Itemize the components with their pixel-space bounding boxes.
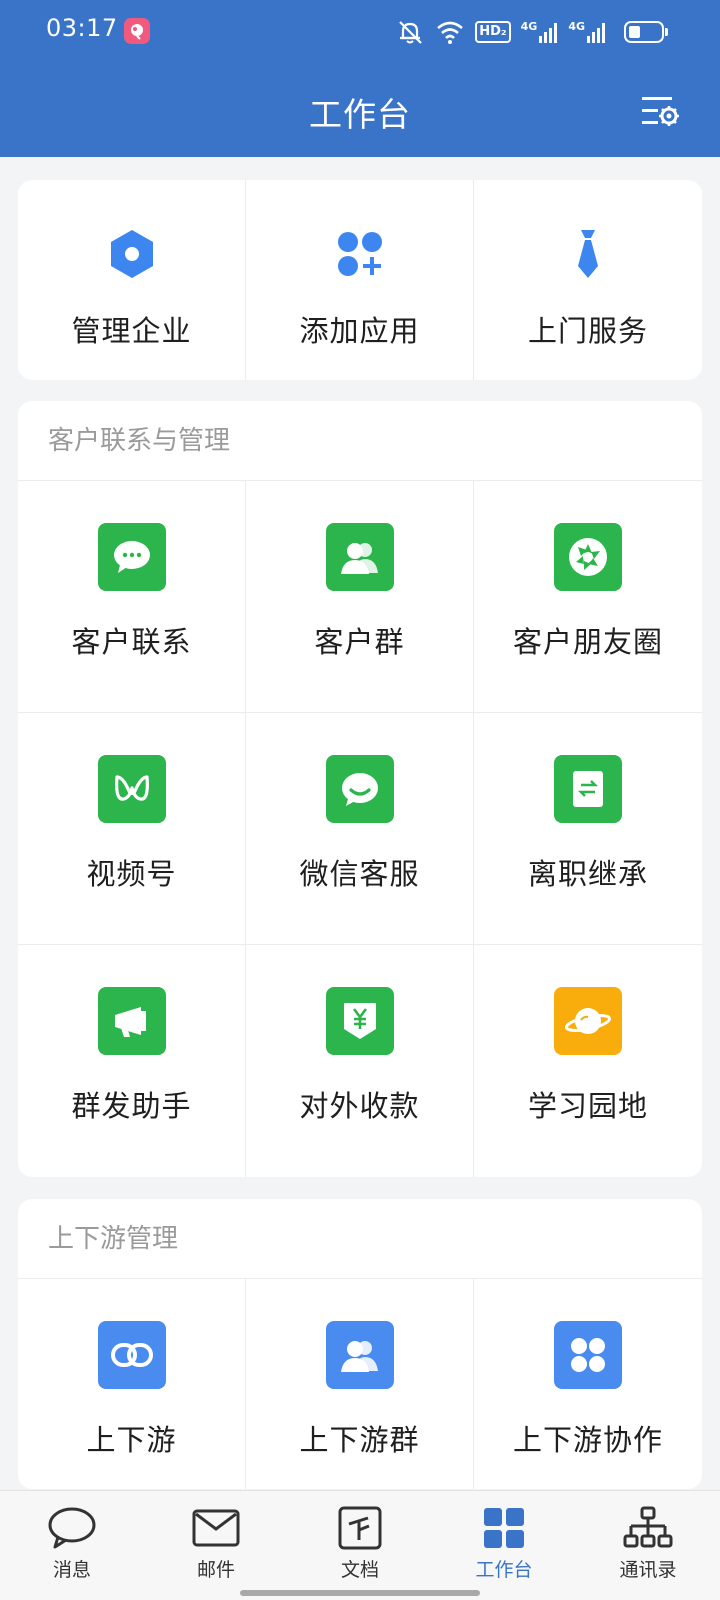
app-label: 上下游 [86,1423,177,1457]
manage-enterprise-button[interactable]: 管理企业 [18,180,246,380]
battery-icon [624,21,668,43]
workbench-settings-button[interactable] [640,94,680,128]
app-label: 上下游群 [299,1423,420,1457]
four-dots-icon [554,1321,622,1389]
onsite-service-button[interactable]: 上门服务 [474,180,702,380]
bottom-nav: 消息 邮件 文档 工作台 通讯录 [0,1490,720,1600]
resignation-inherit-item[interactable]: 离职继承 [474,713,702,945]
video-channels-item[interactable]: 视频号 [18,713,246,945]
list-settings-icon [642,97,679,126]
nav-label: 消息 [52,1559,91,1581]
link-icon [97,1321,166,1389]
section-title: 客户联系与管理 [18,401,702,481]
app-label: 上下游协作 [512,1423,663,1457]
page-title: 工作台 [309,95,411,134]
mute-bell-icon [399,21,423,44]
app-label: 客户群 [314,625,405,659]
wifi-icon [437,21,464,44]
customer-management-card: 客户联系与管理 客户联系 客户群 客户朋友圈 视频号 微信客服 离职继承 群发助… [18,401,702,1177]
updown-management-card: 上下游管理 上下游 上下游群 上下游协作 [18,1199,702,1489]
document-icon [335,1505,385,1551]
payment-icon [325,987,394,1055]
app-label: 微信客服 [299,857,420,891]
aperture-icon [554,523,622,591]
hd-badge: HD₂ [475,21,511,43]
contacts-icon [623,1505,673,1551]
app-label: 对外收款 [299,1089,420,1123]
updown-collab-item[interactable]: 上下游协作 [474,1279,702,1489]
customer-contact-item[interactable]: 客户联系 [18,481,246,713]
nav-label: 邮件 [196,1559,235,1581]
add-app-icon [332,226,388,282]
quick-action-label: 管理企业 [71,314,192,348]
nav-label: 工作台 [475,1559,533,1581]
app-label: 离职继承 [527,857,648,891]
status-time: 03:17 [46,14,118,42]
signal-4g-2: 4G [568,20,606,44]
channels-icon [97,755,166,823]
status-bar: 03:17 HD₂ 4G 4G [0,0,720,64]
signal-bars-icon [587,23,605,43]
megaphone-icon [97,987,166,1055]
workbench-icon [479,1505,529,1551]
signal-4g-1: 4G [521,20,559,44]
updown-group-item[interactable]: 上下游群 [246,1279,474,1489]
status-icons: HD₂ 4G 4G [395,16,668,48]
app-label: 客户联系 [71,625,192,659]
nav-documents[interactable]: 文档 [288,1491,432,1600]
home-indicator[interactable] [240,1590,480,1596]
customer-moments-item[interactable]: 客户朋友圈 [474,481,702,713]
nav-mail[interactable]: 邮件 [144,1491,288,1600]
message-icon [47,1505,97,1551]
external-payment-item[interactable]: 对外收款 [246,945,474,1177]
notification-app-icon [124,18,150,44]
app-label: 客户朋友圈 [512,625,663,659]
signal-bars-icon [539,23,558,43]
app-header: 03:17 HD₂ 4G 4G 工作台 [0,0,720,157]
quick-action-label: 上门服务 [527,314,648,348]
app-label: 视频号 [86,857,177,891]
updown-item[interactable]: 上下游 [18,1279,246,1489]
group-icon [325,523,394,591]
broadcast-assistant-item[interactable]: 群发助手 [18,945,246,1177]
nav-label: 通讯录 [619,1559,677,1581]
nav-workbench[interactable]: 工作台 [432,1491,576,1600]
learning-garden-item[interactable]: 学习园地 [474,945,702,1177]
nav-messages[interactable]: 消息 [0,1491,144,1600]
planet-icon [554,987,622,1055]
add-app-button[interactable]: 添加应用 [246,180,474,380]
section-title: 上下游管理 [18,1199,702,1279]
customer-group-item[interactable]: 客户群 [246,481,474,713]
smile-chat-icon [325,755,394,823]
app-label: 群发助手 [71,1089,192,1123]
group-icon [325,1321,394,1389]
quick-actions-card: 管理企业 添加应用 上门服务 [18,180,702,380]
wechat-service-item[interactable]: 微信客服 [246,713,474,945]
app-label: 学习园地 [527,1089,648,1123]
transfer-doc-icon [554,755,622,823]
mail-icon [191,1505,241,1551]
nav-label: 文档 [340,1559,379,1581]
chat-bubble-icon [97,523,166,591]
nav-contacts[interactable]: 通讯录 [576,1491,720,1600]
battery-level [629,26,640,38]
tie-icon [560,226,616,282]
quick-action-label: 添加应用 [299,314,420,348]
hexagon-icon [104,226,160,282]
